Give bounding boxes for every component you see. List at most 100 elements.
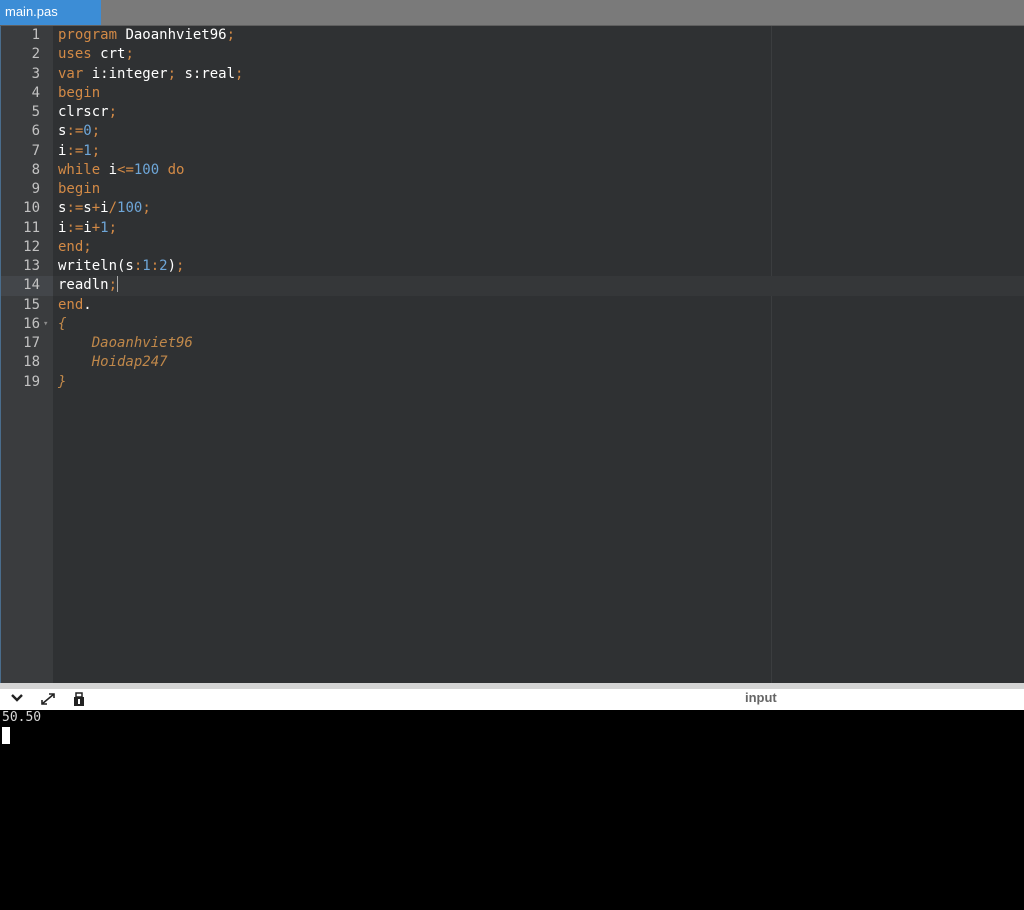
code-line[interactable]: 5 clrscr; <box>1 103 1024 122</box>
code-token: i <box>83 219 92 236</box>
code-token: s <box>83 200 92 217</box>
code-lines[interactable]: 1 program Daoanhviet96; 2 uses crt; 3 var i:i… <box>1 26 1024 392</box>
code-line[interactable]: 11 i:=i+1; <box>1 219 1024 238</box>
code-token: writeln(s <box>58 258 134 274</box>
line-number: 7 <box>31 142 40 159</box>
code-token: 100 <box>133 161 160 178</box>
code-token: Daoanhviet96 <box>58 335 193 351</box>
code-token: + <box>91 200 101 217</box>
code-token: := <box>66 123 84 140</box>
line-number: 15 <box>23 296 40 313</box>
code-token: ; <box>235 65 244 82</box>
text-cursor <box>117 276 119 293</box>
code-token: 0 <box>83 123 92 140</box>
code-line[interactable]: 13 writeln(s:1:2); <box>1 257 1024 276</box>
console-output-area[interactable]: 50.50 <box>0 710 1024 910</box>
code-token: ; <box>91 142 101 159</box>
code-token: do <box>159 161 185 178</box>
code-token: ; <box>108 219 118 236</box>
line-number: 5 <box>31 104 40 120</box>
code-token: Daoanhviet96 <box>117 27 227 43</box>
code-text: writeln(s:1:2); <box>58 257 184 276</box>
line-number: 6 <box>31 123 40 140</box>
code-text: s:=0; <box>58 122 100 141</box>
code-editor[interactable]: 1 program Daoanhviet96; 2 uses crt; 3 var i:i… <box>0 26 1024 683</box>
line-number: 19 <box>23 373 40 390</box>
code-token: ; <box>226 27 236 43</box>
code-token: clrscr <box>58 104 109 120</box>
code-text: end; <box>58 238 92 257</box>
console-input-label: input <box>745 690 777 705</box>
tab-main-pas[interactable]: main.pas <box>0 0 101 25</box>
code-token: i <box>100 161 118 178</box>
code-line[interactable]: 19} <box>1 373 1024 392</box>
code-text: Hoidap247 <box>58 353 168 372</box>
code-text: clrscr; <box>58 103 117 122</box>
code-line[interactable]: 18 Hoidap247 <box>1 353 1024 372</box>
code-line[interactable]: 8 while i<=100 do <box>1 161 1024 180</box>
console-output-text: 50.50 <box>2 710 42 725</box>
code-token: ; <box>108 277 118 294</box>
code-line[interactable]: 2 uses crt; <box>1 45 1024 64</box>
code-line[interactable]: 12 end; <box>1 238 1024 257</box>
line-number: 17 <box>23 335 40 351</box>
code-token: : <box>150 258 160 274</box>
chevron-down-icon[interactable] <box>7 692 27 708</box>
line-number: 11 <box>23 219 40 236</box>
line-number: 18 <box>23 354 40 371</box>
code-text: uses crt; <box>58 45 134 64</box>
code-line[interactable]: 1 program Daoanhviet96; <box>1 26 1024 45</box>
code-line[interactable]: 9 begin <box>1 180 1024 199</box>
code-line[interactable]: 15 end. <box>1 296 1024 315</box>
code-token: ; <box>91 123 101 140</box>
code-token: 1 <box>83 142 92 159</box>
code-line[interactable]: 17 Daoanhviet96 <box>1 334 1024 353</box>
code-line[interactable]: 4 begin <box>1 84 1024 103</box>
code-text: i:=i+1; <box>58 219 117 238</box>
code-token: i <box>100 200 109 217</box>
code-line[interactable]: 6 s:=0; <box>1 122 1024 141</box>
code-text: begin <box>58 180 100 199</box>
code-text: } <box>58 373 66 392</box>
code-token: + <box>91 219 101 236</box>
code-text: s:=s+i/100; <box>58 199 151 218</box>
code-line[interactable]: 3 var i:integer; s:real; <box>1 65 1024 84</box>
fold-toggle-icon[interactable]: ▾ <box>43 315 48 334</box>
code-token: } <box>58 373 67 390</box>
code-token: ; <box>176 258 185 274</box>
code-line[interactable]: 16 ▾{ <box>1 315 1024 334</box>
console-cursor <box>2 727 10 744</box>
code-text: Daoanhviet96 <box>58 334 193 353</box>
line-number: 2 <box>31 46 40 63</box>
code-line[interactable]: 7 i:=1; <box>1 142 1024 161</box>
code-text: i:=1; <box>58 142 100 161</box>
expand-icon[interactable] <box>38 692 58 708</box>
code-text: end. <box>58 296 92 315</box>
line-number: 14 <box>1 276 53 296</box>
code-token: <= <box>117 161 134 178</box>
code-line[interactable]: 14 readln; <box>1 276 1024 296</box>
code-token: begin <box>58 181 101 197</box>
line-number: 4 <box>31 84 40 101</box>
line-number: 9 <box>31 181 40 197</box>
code-token: ; <box>108 104 118 120</box>
code-line[interactable]: 10 s:=s+i/100; <box>1 199 1024 218</box>
code-token: program <box>58 27 118 43</box>
code-token: while <box>58 161 101 178</box>
code-token: s:real <box>176 65 236 82</box>
code-token: ; <box>83 238 92 255</box>
code-token: := <box>66 142 84 159</box>
code-text: while i<=100 do <box>58 161 184 180</box>
line-number: 3 <box>31 65 40 82</box>
code-token: 100 <box>117 200 143 217</box>
code-token: / <box>108 200 118 217</box>
code-token: . <box>83 296 92 313</box>
tab-bar: main.pas <box>0 0 1024 26</box>
code-token: crt <box>91 46 126 63</box>
code-text: { <box>58 315 66 334</box>
code-token: i:integer <box>83 65 168 82</box>
clear-console-icon[interactable] <box>69 692 89 708</box>
code-token: ; <box>142 200 151 217</box>
code-token: Hoidap247 <box>58 354 168 371</box>
code-token: end <box>58 238 84 255</box>
